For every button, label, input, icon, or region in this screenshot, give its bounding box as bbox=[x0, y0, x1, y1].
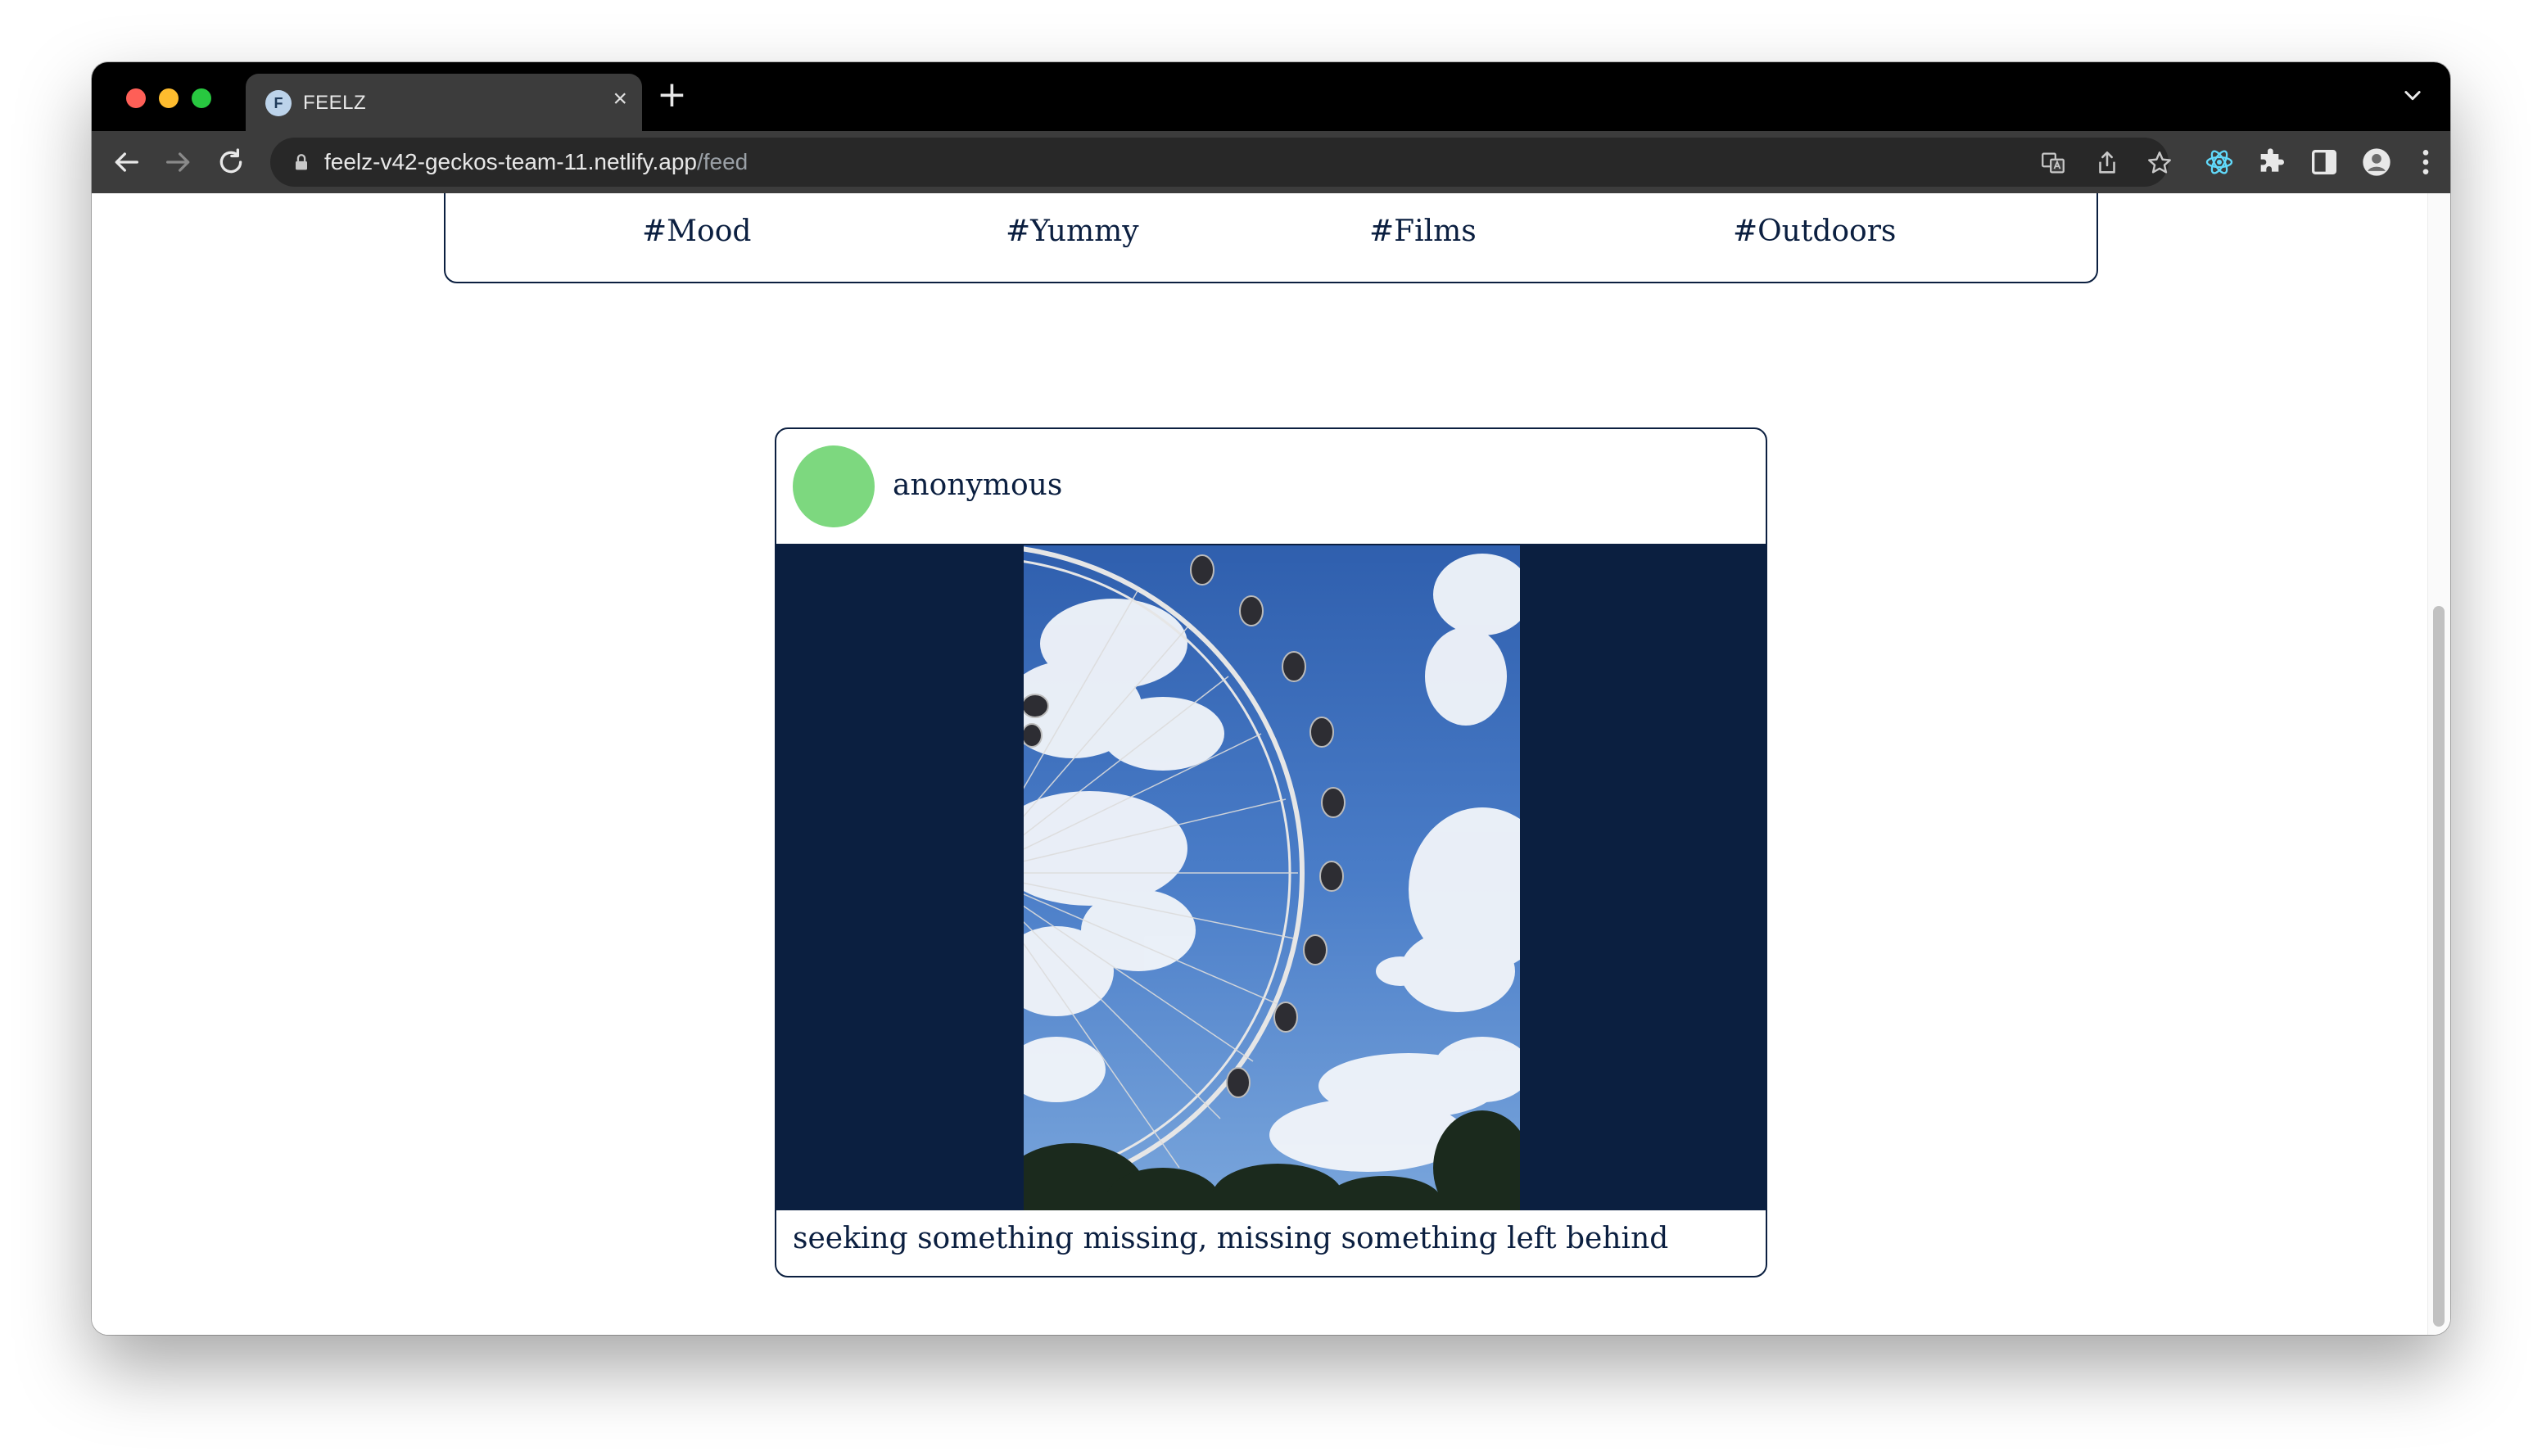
post-media bbox=[776, 545, 1766, 1210]
browser-toolbar: feelz-v42-geckos-team-11.netlify.app/fee… bbox=[92, 131, 2450, 193]
post-username: anonymous bbox=[893, 468, 1063, 502]
ferris-wheel-photo bbox=[1024, 545, 1520, 1210]
minimize-window-button[interactable] bbox=[159, 88, 179, 108]
hashtag-nav: #Mood #Yummy #Films #Outdoors bbox=[444, 193, 2098, 283]
scrollbar[interactable] bbox=[2427, 193, 2450, 1335]
tag-outdoors[interactable]: #Outdoors bbox=[1733, 215, 1896, 248]
tag-mood[interactable]: #Mood bbox=[642, 215, 751, 248]
translate-icon[interactable] bbox=[2039, 149, 2067, 177]
tag-yummy[interactable]: #Yummy bbox=[1006, 215, 1139, 248]
extensions-puzzle-icon[interactable] bbox=[2255, 146, 2288, 179]
share-icon[interactable] bbox=[2093, 149, 2121, 177]
new-tab-button[interactable]: + bbox=[657, 77, 687, 113]
bookmark-star-icon[interactable] bbox=[2146, 149, 2173, 177]
lock-icon[interactable] bbox=[290, 151, 313, 174]
reload-icon[interactable] bbox=[215, 146, 247, 179]
post-caption: seeking something missing, missing somet… bbox=[793, 1222, 1669, 1255]
browser-window: F FEELZ × + feelz-v42-geckos-team-11.net… bbox=[92, 62, 2450, 1335]
url-host: feelz-v42-geckos-team-11.netlify.app bbox=[324, 149, 697, 174]
profile-avatar-icon[interactable] bbox=[2360, 146, 2393, 179]
url-path: /feed bbox=[696, 149, 749, 174]
avatar bbox=[793, 445, 875, 527]
more-menu-icon[interactable] bbox=[2409, 146, 2442, 179]
tab-title: FEELZ bbox=[303, 92, 367, 114]
side-panel-icon[interactable] bbox=[2308, 146, 2341, 179]
url-text[interactable]: feelz-v42-geckos-team-11.netlify.app/fee… bbox=[324, 149, 748, 175]
maximize-window-button[interactable] bbox=[192, 88, 211, 108]
scrollbar-thumb[interactable] bbox=[2433, 606, 2445, 1327]
close-tab-icon[interactable]: × bbox=[613, 87, 627, 111]
react-devtools-icon[interactable] bbox=[2203, 146, 2236, 179]
tab-strip: F FEELZ × + bbox=[92, 62, 2450, 131]
post-header: anonymous bbox=[776, 429, 1766, 545]
forward-arrow-icon[interactable] bbox=[162, 146, 195, 179]
tag-films[interactable]: #Films bbox=[1369, 215, 1477, 248]
favicon-icon: F bbox=[265, 90, 292, 116]
post-card: anonymous seeking something missing, mis… bbox=[775, 427, 1767, 1277]
page-viewport: #Mood #Yummy #Films #Outdoors anonymous bbox=[92, 193, 2450, 1335]
tab-search-chevron-icon[interactable] bbox=[2401, 84, 2424, 106]
address-bar[interactable]: feelz-v42-geckos-team-11.netlify.app/fee… bbox=[270, 138, 2171, 187]
close-window-button[interactable] bbox=[126, 88, 146, 108]
back-arrow-icon[interactable] bbox=[110, 146, 142, 179]
tab-feelz[interactable]: F FEELZ × bbox=[246, 74, 642, 131]
